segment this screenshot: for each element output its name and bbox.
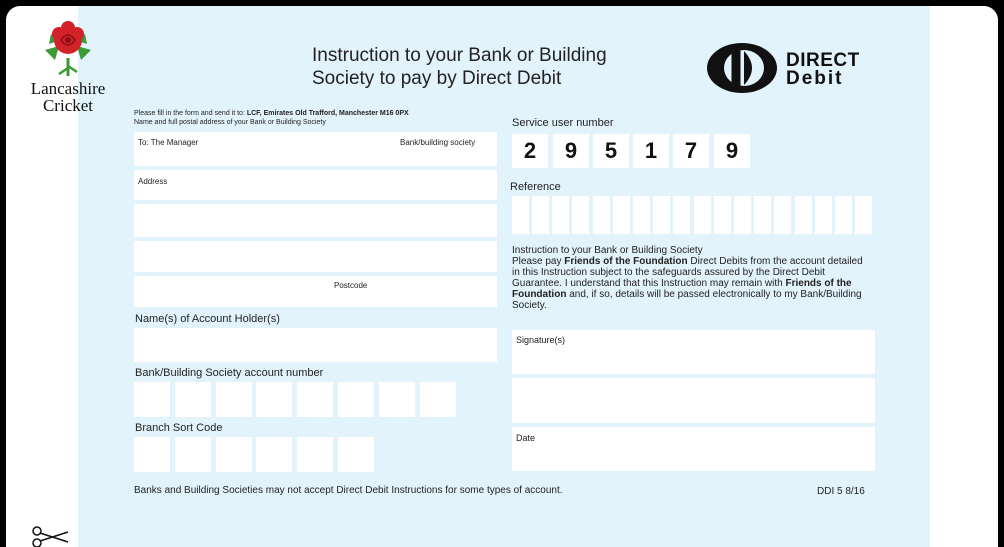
service-user-digit: 7 xyxy=(673,134,709,168)
ddi-code: DDI 5 8/16 xyxy=(817,486,865,497)
account-number-digit[interactable] xyxy=(420,382,456,417)
date-field[interactable] xyxy=(512,427,875,471)
date-label: Date xyxy=(516,433,536,443)
sort-code-digit[interactable] xyxy=(216,437,252,472)
title-line-1: Instruction to your Bank or Building xyxy=(312,45,607,66)
manager-label: To: The Manager xyxy=(138,138,199,147)
bank-society-label: Bank/building society xyxy=(400,138,476,147)
form-title: Instruction to your Bank or Building Soc… xyxy=(312,44,672,90)
direct-debit-word-debit: Debit xyxy=(786,68,844,89)
reference-char-cell[interactable] xyxy=(512,196,529,234)
account-number-digit[interactable] xyxy=(338,382,374,417)
reference-char-cell[interactable] xyxy=(593,196,610,234)
send-address: LCF, Emirates Old Trafford, Manchester M… xyxy=(246,110,409,117)
account-number-digit[interactable] xyxy=(256,382,292,417)
reference-char-cell[interactable] xyxy=(572,196,589,234)
account-number-digit[interactable] xyxy=(175,382,211,417)
logo-text-lancashire: Lancashire xyxy=(30,79,106,98)
signature-label: Signature(s) xyxy=(516,335,566,345)
reference-char-cell[interactable] xyxy=(754,196,771,234)
account-holders-label: Name(s) of Account Holder(s) xyxy=(135,313,280,325)
sort-code-digit[interactable] xyxy=(338,437,374,472)
scissors-icon xyxy=(32,526,69,547)
reference-char-cell[interactable] xyxy=(552,196,569,234)
reference-char-cell[interactable] xyxy=(633,196,650,234)
reference-char-cell[interactable] xyxy=(673,196,690,234)
address-label: Address xyxy=(138,177,168,186)
reference-char-cell[interactable] xyxy=(714,196,731,234)
sort-code-digit[interactable] xyxy=(256,437,292,472)
address-field-2[interactable] xyxy=(134,204,497,237)
reference-char-cell[interactable] xyxy=(835,196,852,234)
reference-char-cell[interactable] xyxy=(694,196,711,234)
reference-char-cell[interactable] xyxy=(815,196,832,234)
account-holders-field[interactable] xyxy=(134,328,497,362)
send-prefix: Please fill in the form and send it to: xyxy=(134,110,247,117)
instruction-part-1: Please pay xyxy=(512,256,565,267)
signature-field-2[interactable] xyxy=(512,378,875,423)
title-line-2: Society to pay by Direct Debit xyxy=(312,68,562,89)
service-user-digit: 1 xyxy=(633,134,669,168)
service-user-digit: 9 xyxy=(553,134,589,168)
instruction-text: Instruction to your Bank or Building Soc… xyxy=(512,245,872,311)
reference-char-cell[interactable] xyxy=(855,196,872,234)
sort-code-digit[interactable] xyxy=(297,437,333,472)
account-number-label: Bank/Building Society account number xyxy=(135,367,324,379)
reference-char-cell[interactable] xyxy=(774,196,791,234)
instruction-body: Please pay Friends of the Foundation Dir… xyxy=(512,256,872,311)
signature-field-1[interactable] xyxy=(512,330,875,374)
logo-text-cricket: Cricket xyxy=(42,96,94,115)
account-number-digit[interactable] xyxy=(134,382,170,417)
service-user-label: Service user number xyxy=(512,117,614,129)
address-field-1[interactable] xyxy=(134,170,497,200)
instruction-organisation: Friends of the Foundation xyxy=(564,256,688,267)
address-field-3[interactable] xyxy=(134,241,497,272)
red-rose-icon xyxy=(45,21,91,76)
account-number-digit[interactable] xyxy=(379,382,415,417)
postcode-field[interactable] xyxy=(134,276,497,307)
footer-note: Banks and Building Societies may not acc… xyxy=(134,485,563,496)
reference-char-cell[interactable] xyxy=(653,196,670,234)
account-number-digit[interactable] xyxy=(297,382,333,417)
reference-char-cell[interactable] xyxy=(795,196,812,234)
service-user-digit: 5 xyxy=(593,134,629,168)
instruction-heading: Instruction to your Bank or Building Soc… xyxy=(512,245,703,256)
account-number-digit[interactable] xyxy=(216,382,252,417)
reference-char-cell[interactable] xyxy=(532,196,549,234)
send-instructions: Please fill in the form and send it to: … xyxy=(134,110,409,118)
lancashire-cricket-logo: Lancashire Cricket xyxy=(18,20,118,114)
reference-label: Reference xyxy=(510,181,561,193)
sort-code-digit[interactable] xyxy=(134,437,170,472)
reference-char-cell[interactable] xyxy=(734,196,751,234)
sort-code-digit[interactable] xyxy=(175,437,211,472)
postcode-label: Postcode xyxy=(334,281,368,290)
bank-address-heading: Name and full postal address of your Ban… xyxy=(134,119,326,126)
sort-code-label: Branch Sort Code xyxy=(135,422,223,434)
service-user-digit: 2 xyxy=(512,134,548,168)
service-user-digit: 9 xyxy=(714,134,750,168)
reference-char-cell[interactable] xyxy=(613,196,630,234)
